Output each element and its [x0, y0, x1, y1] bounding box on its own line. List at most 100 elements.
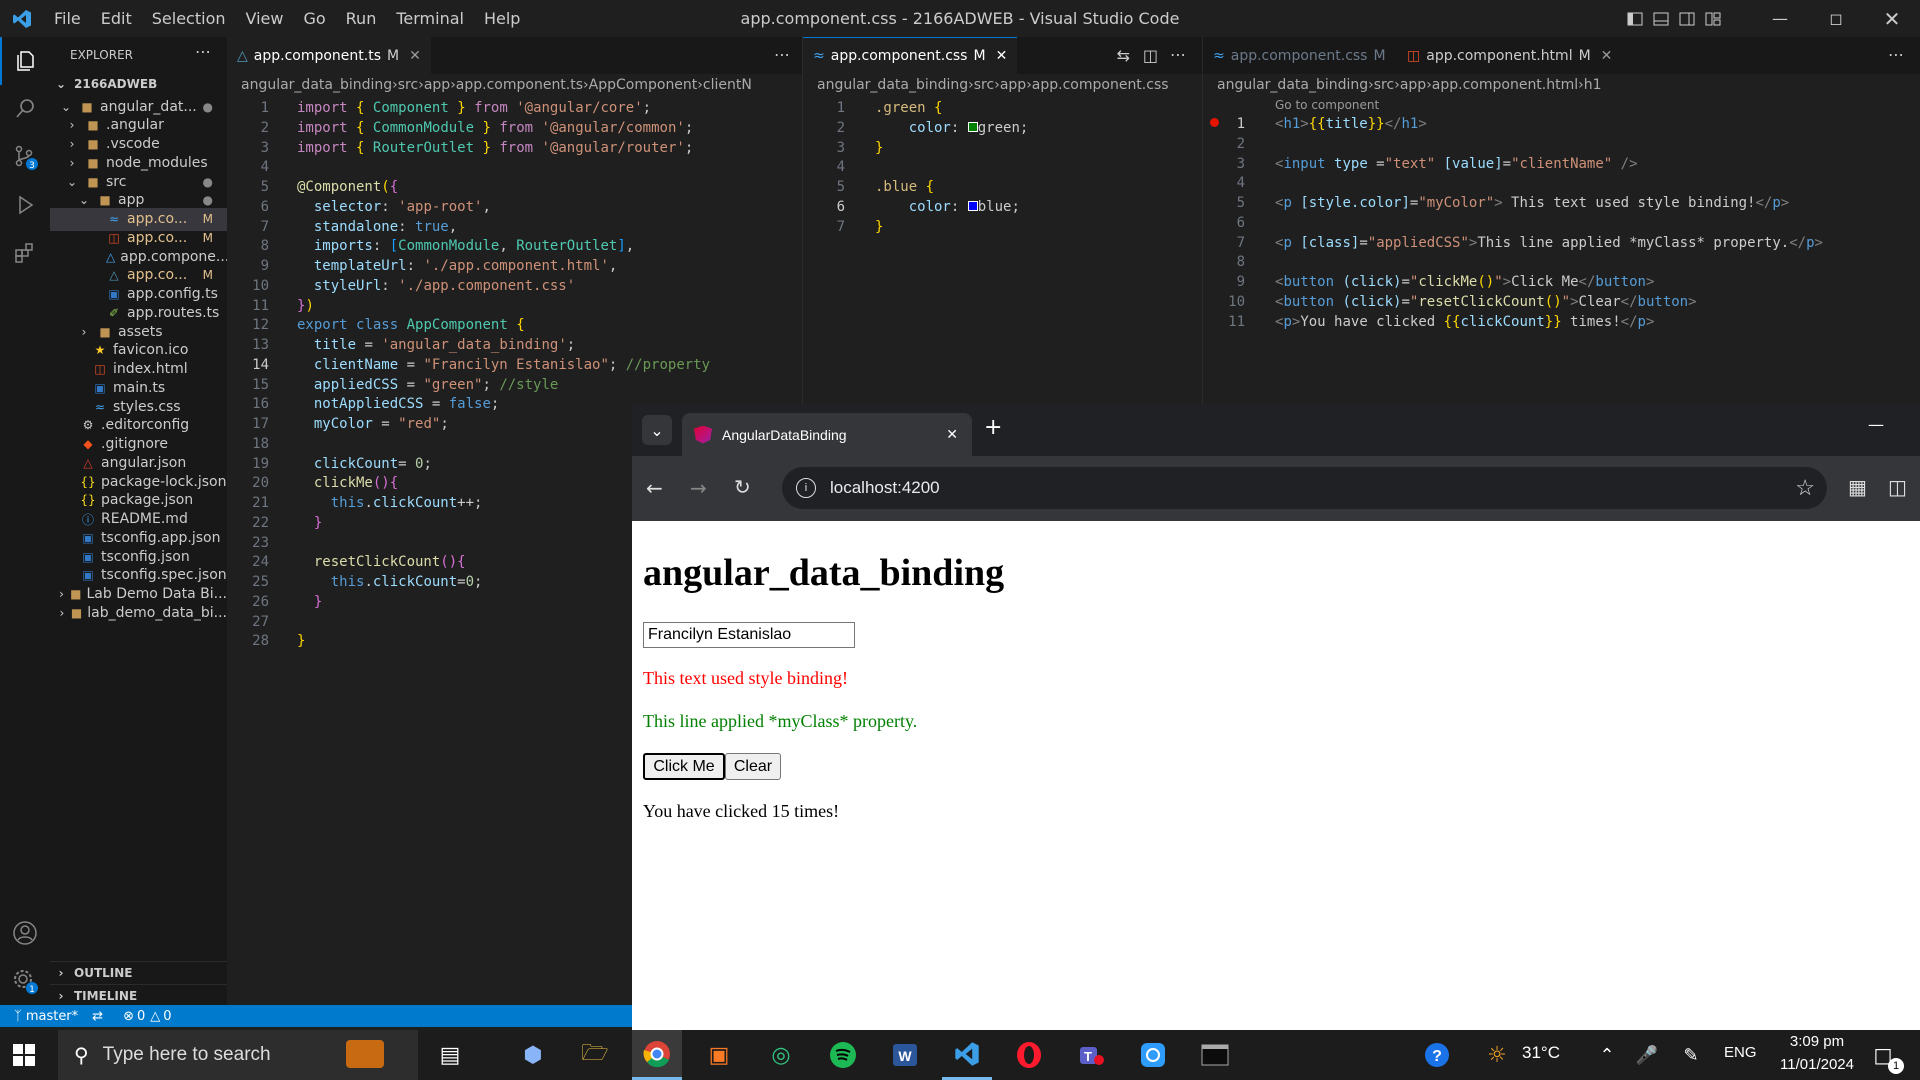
- code-line[interactable]: }: [875, 140, 883, 156]
- maximize-icon[interactable]: ◻: [1808, 9, 1864, 28]
- close-tab-icon[interactable]: ✕: [1601, 48, 1613, 64]
- terminal-icon[interactable]: [1190, 1030, 1240, 1080]
- windows-start-icon[interactable]: [12, 1043, 38, 1067]
- edge-icon[interactable]: ◎: [756, 1030, 806, 1080]
- breadcrumb-item[interactable]: angular_data_binding: [817, 77, 968, 93]
- clock-time[interactable]: 3:09 pm: [1776, 1033, 1858, 1050]
- code-line[interactable]: .blue {: [875, 179, 934, 195]
- menu-view[interactable]: View: [236, 9, 294, 28]
- menu-terminal[interactable]: Terminal: [386, 9, 474, 28]
- extensions-icon[interactable]: [0, 229, 50, 277]
- code-line[interactable]: }: [297, 633, 305, 649]
- code-line[interactable]: clientName = "Francilyn Estanislao"; //p…: [297, 357, 710, 373]
- chrome-icon[interactable]: [632, 1030, 682, 1080]
- tree-item[interactable]: › ■ lab_demo_data_bi...: [50, 601, 227, 624]
- file-explorer-icon[interactable]: 🗁: [570, 1030, 620, 1080]
- timeline-section[interactable]: › TIMELINE: [50, 984, 227, 1005]
- code-line[interactable]: standalone: true,: [297, 219, 457, 235]
- extensions-puzzle-icon[interactable]: ▦: [1848, 475, 1867, 499]
- breadcrumb-item[interactable]: app: [424, 77, 450, 93]
- code-line[interactable]: color: blue;: [875, 199, 1020, 215]
- menu-file[interactable]: File: [44, 9, 91, 28]
- breadcrumb-item[interactable]: angular_data_binding: [1217, 77, 1368, 93]
- copilot-icon[interactable]: ⬢: [508, 1030, 558, 1080]
- menu-help[interactable]: Help: [474, 9, 530, 28]
- code-line[interactable]: <p [style.color]="myColor"> This text us…: [1275, 195, 1789, 211]
- breadcrumb-item[interactable]: AppComponent: [589, 77, 698, 93]
- code-line[interactable]: import { RouterOutlet } from '@angular/r…: [297, 140, 693, 156]
- code-line[interactable]: @Component({: [297, 179, 398, 195]
- weather-icon[interactable]: ☼: [1472, 1030, 1522, 1080]
- compare-changes-icon[interactable]: ⇆: [1117, 46, 1130, 65]
- codelens-hint[interactable]: Go to component: [1275, 98, 1379, 112]
- code-area-css[interactable]: 1 .green {2 color: green; 3} 4 5 .blue {6 col…: [803, 96, 1203, 405]
- clear-button[interactable]: Clear: [725, 753, 781, 780]
- warning-count[interactable]: 0: [163, 1009, 171, 1024]
- more-actions-icon[interactable]: ⋯: [1888, 45, 1904, 64]
- explorer-icon[interactable]: [0, 37, 50, 85]
- code-line[interactable]: <button (click)="clickMe()">Click Me</bu…: [1275, 274, 1654, 290]
- code-line[interactable]: resetClickCount(){: [297, 554, 466, 570]
- tab-app-component-html[interactable]: ◫ app.component.html M ✕: [1397, 37, 1622, 74]
- client-name-input[interactable]: [643, 622, 855, 648]
- accounts-icon[interactable]: [0, 909, 50, 957]
- sync-icon[interactable]: ⇄: [92, 1009, 103, 1024]
- outline-section[interactable]: › OUTLINE: [50, 961, 227, 984]
- temperature[interactable]: 31°C: [1522, 1043, 1560, 1063]
- manage-gear-icon[interactable]: 1: [0, 957, 50, 1005]
- breadcrumb-item[interactable]: h1: [1584, 77, 1602, 93]
- address-bar[interactable]: i localhost:4200 ☆: [782, 467, 1827, 509]
- menu-selection[interactable]: Selection: [142, 9, 236, 28]
- breadcrumb-item[interactable]: app.component.css: [1032, 77, 1169, 93]
- code-line[interactable]: appliedCSS = "green"; //style: [297, 377, 558, 393]
- back-arrow-icon[interactable]: ←: [646, 476, 663, 500]
- microphone-icon[interactable]: 🎤: [1622, 1030, 1672, 1080]
- menu-edit[interactable]: Edit: [91, 9, 142, 28]
- code-line[interactable]: templateUrl: './app.component.html',: [297, 258, 617, 274]
- pen-icon[interactable]: ✎: [1666, 1030, 1716, 1080]
- code-line[interactable]: this.clickCount=0;: [297, 574, 483, 590]
- code-line[interactable]: <h1>{{title}}</h1>: [1275, 116, 1427, 132]
- minimize-icon[interactable]: —: [1752, 9, 1808, 28]
- clock-date[interactable]: 11/01/2024: [1768, 1056, 1866, 1073]
- code-line[interactable]: export class AppComponent {: [297, 317, 525, 333]
- code-line[interactable]: }: [297, 515, 322, 531]
- toggle-panel-icon[interactable]: [1648, 0, 1674, 37]
- code-line[interactable]: }: [297, 594, 322, 610]
- input-language[interactable]: ENG: [1724, 1044, 1757, 1061]
- code-line[interactable]: }): [297, 298, 314, 314]
- tab-app-component-css[interactable]: ≈ app.component.css M ✕: [803, 37, 1018, 74]
- source-control-icon[interactable]: 3: [0, 133, 50, 181]
- code-line[interactable]: imports: [CommonModule, RouterOutlet],: [297, 238, 634, 254]
- more-actions-icon[interactable]: ⋯: [195, 42, 211, 61]
- breadcrumb-item[interactable]: angular_data_binding: [241, 77, 392, 93]
- tab-app-component-css-inactive[interactable]: ≈ app.component.css M: [1203, 37, 1397, 74]
- opera-icon[interactable]: [1004, 1030, 1054, 1080]
- tab-app-component-ts[interactable]: △ app.component.ts M ✕: [227, 37, 431, 74]
- code-line[interactable]: clickMe(){: [297, 475, 398, 491]
- side-panel-icon[interactable]: ◫: [1888, 475, 1907, 499]
- breadcrumb-item[interactable]: app: [1000, 77, 1026, 93]
- new-tab-button[interactable]: +: [984, 415, 1002, 440]
- code-line[interactable]: myColor = "red";: [297, 416, 449, 432]
- browser-tab[interactable]: AngularDataBinding ✕: [682, 413, 972, 456]
- code-line[interactable]: clickCount= 0;: [297, 456, 432, 472]
- code-line[interactable]: notAppliedCSS = false;: [297, 396, 499, 412]
- code-line[interactable]: title = 'angular_data_binding';: [297, 337, 575, 353]
- word-icon[interactable]: W: [880, 1030, 930, 1080]
- close-tab-icon[interactable]: ✕: [946, 426, 958, 443]
- click-me-button[interactable]: Click Me: [643, 753, 725, 780]
- code-line[interactable]: styleUrl: './app.component.css': [297, 278, 575, 294]
- breadcrumb-item[interactable]: app.component.html: [1432, 77, 1578, 93]
- run-debug-icon[interactable]: [0, 181, 50, 229]
- code-area-html[interactable]: 1 <h1>{{title}}</h1> 2 3 <input type ="text"…: [1203, 112, 1920, 405]
- vscode-taskbar-icon[interactable]: [942, 1030, 992, 1080]
- task-view-icon[interactable]: ▤: [425, 1030, 475, 1080]
- close-window-icon[interactable]: ✕: [1864, 7, 1920, 31]
- reload-icon[interactable]: ↻: [734, 475, 751, 499]
- code-line[interactable]: import { CommonModule } from '@angular/c…: [297, 120, 693, 136]
- close-tab-icon[interactable]: ✕: [409, 48, 421, 64]
- menu-run[interactable]: Run: [336, 9, 387, 28]
- help-icon[interactable]: ?: [1412, 1030, 1462, 1080]
- sync-app-icon[interactable]: [1128, 1030, 1178, 1080]
